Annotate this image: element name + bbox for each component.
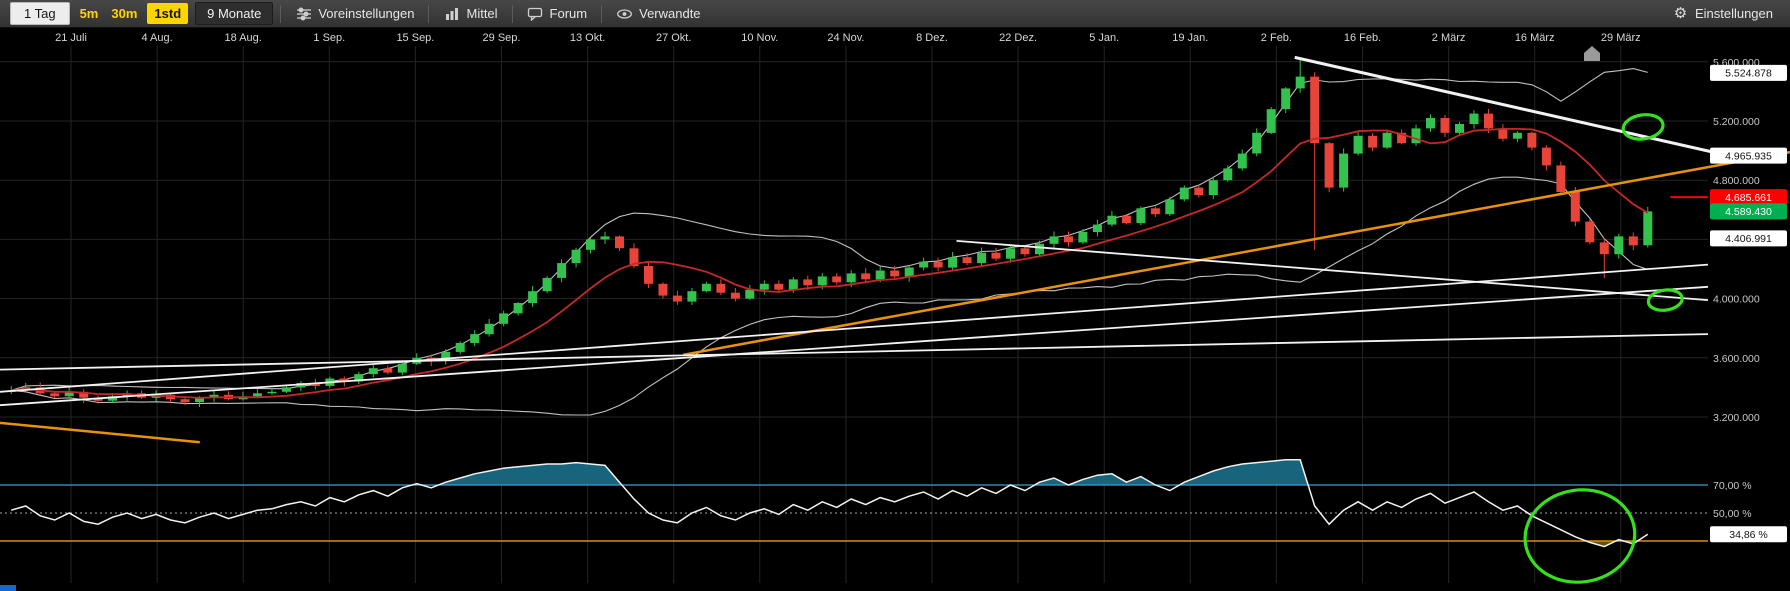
trendlines[interactable] — [0, 55, 1790, 444]
ascending-line-c[interactable] — [0, 333, 1709, 371]
trading-app-window: 1 Tag 5m 30m 1std 9 Monate Voreinstellun… — [0, 0, 1790, 591]
svg-text:1 Sep.: 1 Sep. — [313, 32, 345, 44]
timeframe-button[interactable]: 1 Tag — [10, 2, 70, 25]
svg-text:15 Sep.: 15 Sep. — [396, 32, 434, 44]
green-circle-rsi — [1523, 488, 1637, 584]
scrollbar-fragment[interactable] — [0, 585, 16, 591]
svg-text:10 Nov.: 10 Nov. — [741, 32, 778, 44]
svg-text:4 Aug.: 4 Aug. — [141, 32, 172, 44]
interval-30m-button[interactable]: 30m — [108, 3, 140, 24]
related-button[interactable]: Verwandte — [609, 3, 707, 24]
orange-segment-lower-left[interactable] — [0, 421, 200, 444]
svg-text:4.000.000: 4.000.000 — [1713, 294, 1760, 306]
svg-text:3.600.000: 3.600.000 — [1713, 353, 1760, 365]
band-upper — [11, 68, 1648, 391]
svg-text:2 März: 2 März — [1432, 32, 1466, 44]
band-lower — [11, 176, 1648, 416]
svg-text:5.200.000: 5.200.000 — [1713, 116, 1760, 128]
svg-text:3.200.000: 3.200.000 — [1713, 412, 1760, 424]
price-axis-labels: 5.600.0005.200.0004.800.0004.000.0003.60… — [1713, 57, 1760, 520]
svg-text:5.524.878: 5.524.878 — [1725, 68, 1772, 80]
chart-canvas[interactable]: 21 Juli 4 Aug. 18 Aug. 1 Sep. 15 Sep. 29 Sep.… — [0, 0, 1790, 591]
interval-5m-button[interactable]: 5m — [77, 3, 102, 24]
svg-text:8 Dez.: 8 Dez. — [916, 32, 948, 44]
date-axis: 21 Juli 4 Aug. 18 Aug. 1 Sep. 15 Sep. 29 Sep.… — [55, 32, 1641, 44]
interval-1std-button[interactable]: 1std — [147, 3, 189, 24]
rsi-line — [10, 459, 1649, 548]
svg-text:4.406.991: 4.406.991 — [1725, 233, 1772, 245]
forum-button[interactable]: Forum — [520, 3, 595, 24]
svg-text:70,00 %: 70,00 % — [1713, 480, 1752, 492]
indicators-button[interactable]: Mittel — [436, 3, 504, 24]
svg-text:34,86 %: 34,86 % — [1729, 529, 1768, 541]
candlestick-series — [6, 57, 1653, 407]
svg-text:29 Sep.: 29 Sep. — [483, 32, 521, 44]
presets-button[interactable]: Voreinstellungen — [288, 3, 421, 24]
svg-text:21 Juli: 21 Juli — [55, 32, 87, 44]
svg-text:29 März: 29 März — [1601, 32, 1641, 44]
eye-icon — [616, 6, 633, 21]
toolbar-divider — [280, 4, 282, 23]
annotation-circles — [1523, 113, 1684, 584]
svg-text:27 Okt.: 27 Okt. — [656, 32, 691, 44]
speech-bubble-icon — [527, 6, 544, 21]
svg-text:2 Feb.: 2 Feb. — [1261, 32, 1292, 44]
descending-line-d[interactable] — [956, 240, 1709, 301]
presets-label: Voreinstellungen — [318, 6, 415, 21]
svg-text:4.965.935: 4.965.935 — [1725, 150, 1772, 162]
forum-label: Forum — [549, 6, 588, 21]
sliders-icon — [295, 6, 312, 21]
settings-button[interactable]: ⚙ Einstellungen — [1665, 3, 1780, 24]
toolbar-divider — [428, 4, 430, 23]
gridlines — [0, 46, 1708, 583]
svg-text:19 Jan.: 19 Jan. — [1172, 32, 1208, 44]
price-plot — [6, 57, 1653, 416]
svg-text:4.685.661: 4.685.661 — [1725, 192, 1772, 204]
toolbar: 1 Tag 5m 30m 1std 9 Monate Voreinstellun… — [0, 0, 1790, 28]
svg-text:13 Okt.: 13 Okt. — [570, 32, 605, 44]
svg-text:22 Dez.: 22 Dez. — [999, 32, 1037, 44]
svg-text:16 März: 16 März — [1515, 32, 1555, 44]
related-label: Verwandte — [639, 6, 701, 21]
ascending-line-b[interactable] — [0, 285, 1709, 407]
svg-text:24 Nov.: 24 Nov. — [827, 32, 864, 44]
svg-text:4.589.430: 4.589.430 — [1725, 206, 1772, 218]
bar-chart-icon — [443, 6, 460, 21]
svg-text:5 Jan.: 5 Jan. — [1089, 32, 1119, 44]
svg-text:18 Aug.: 18 Aug. — [225, 32, 262, 44]
svg-text:50,00 %: 50,00 % — [1713, 508, 1752, 520]
toolbar-divider — [511, 4, 513, 23]
toolbar-divider — [601, 4, 603, 23]
rsi-pane — [0, 459, 1708, 548]
indicators-label: Mittel — [466, 6, 498, 21]
gear-icon: ⚙ — [1673, 5, 1688, 22]
marker-icon[interactable] — [1584, 46, 1600, 61]
svg-text:16 Feb.: 16 Feb. — [1344, 32, 1381, 44]
range-button[interactable]: 9 Monate — [195, 2, 274, 25]
svg-text:4.800.000: 4.800.000 — [1713, 175, 1760, 187]
settings-label: Einstellungen — [1694, 6, 1773, 21]
ascending-support-orange-line[interactable] — [682, 150, 1790, 357]
